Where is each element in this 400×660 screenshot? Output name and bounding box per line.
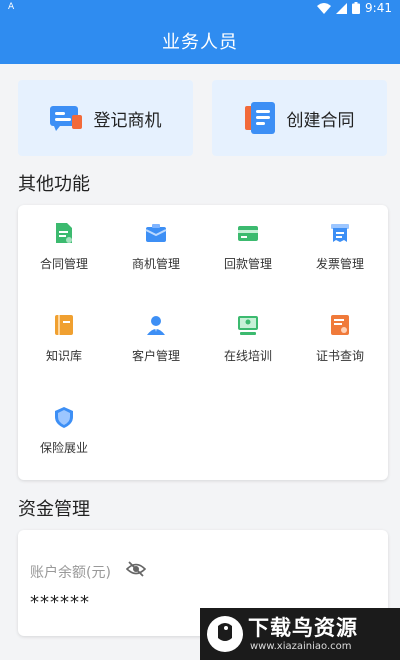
register-opportunity-label: 登记商机 bbox=[93, 110, 162, 131]
func-invoice-management[interactable]: 发票管理 bbox=[294, 209, 386, 289]
func-opportunity-management[interactable]: 商机管理 bbox=[110, 209, 202, 289]
page-title: 业务人员 bbox=[162, 32, 238, 53]
status-time: 9:41 bbox=[365, 1, 392, 15]
payment-card-icon bbox=[238, 226, 258, 241]
functions-grid: 合同管理 商机管理 回款管理 发票管理 知识库 客户管理 在线培训 证书查询 保… bbox=[18, 205, 388, 480]
training-icon bbox=[238, 316, 258, 335]
invoice-icon bbox=[331, 224, 349, 242]
fund-management-title: 资金管理 bbox=[18, 499, 90, 520]
insurance-shield-icon bbox=[55, 407, 73, 428]
signal-icon bbox=[336, 2, 348, 14]
bird-logo-icon bbox=[207, 616, 243, 652]
func-label: 在线培训 bbox=[223, 349, 272, 363]
func-certificate-query[interactable]: 证书查询 bbox=[294, 301, 386, 381]
func-insurance-business[interactable]: 保险展业 bbox=[18, 393, 110, 473]
func-customer-management[interactable]: 客户管理 bbox=[110, 301, 202, 381]
func-label: 保险展业 bbox=[39, 441, 88, 455]
app-header: A 9:41 业务人员 bbox=[0, 0, 400, 64]
balance-label: 账户余额(元) bbox=[30, 565, 111, 581]
create-contract-label: 创建合同 bbox=[286, 110, 355, 131]
briefcase-icon bbox=[145, 224, 167, 242]
contract-icon bbox=[56, 223, 72, 243]
watermark-title: 下载鸟资源 bbox=[248, 616, 358, 640]
func-label: 发票管理 bbox=[315, 257, 364, 271]
func-knowledge-base[interactable]: 知识库 bbox=[18, 301, 110, 381]
create-contract-button[interactable]: 创建合同 bbox=[212, 80, 387, 156]
watermark-url: www.xiazainiao.com bbox=[250, 641, 352, 652]
func-online-training[interactable]: 在线培训 bbox=[202, 301, 294, 381]
eye-off-icon[interactable] bbox=[126, 560, 146, 578]
func-label: 商机管理 bbox=[131, 257, 180, 271]
notification-icon: A bbox=[8, 2, 15, 12]
other-functions-title: 其他功能 bbox=[18, 174, 90, 195]
func-contract-management[interactable]: 合同管理 bbox=[18, 209, 110, 289]
func-payment-management[interactable]: 回款管理 bbox=[202, 209, 294, 289]
register-opportunity-button[interactable]: 登记商机 bbox=[18, 80, 193, 156]
wifi-icon bbox=[317, 2, 332, 14]
certificate-icon bbox=[331, 315, 349, 335]
customer-icon bbox=[147, 316, 165, 335]
watermark-banner: 下载鸟资源 www.xiazainiao.com bbox=[200, 608, 400, 660]
balance-value: ****** bbox=[30, 592, 90, 613]
func-label: 回款管理 bbox=[223, 257, 272, 271]
book-icon bbox=[55, 315, 73, 335]
func-label: 合同管理 bbox=[39, 257, 88, 271]
status-bar: A 9:41 bbox=[0, 0, 400, 18]
func-label: 知识库 bbox=[45, 349, 82, 363]
create-contract-icon bbox=[244, 102, 275, 134]
func-label: 客户管理 bbox=[131, 349, 180, 363]
func-label: 证书查询 bbox=[315, 349, 364, 363]
battery-icon bbox=[352, 2, 361, 14]
register-opportunity-icon bbox=[49, 106, 82, 131]
